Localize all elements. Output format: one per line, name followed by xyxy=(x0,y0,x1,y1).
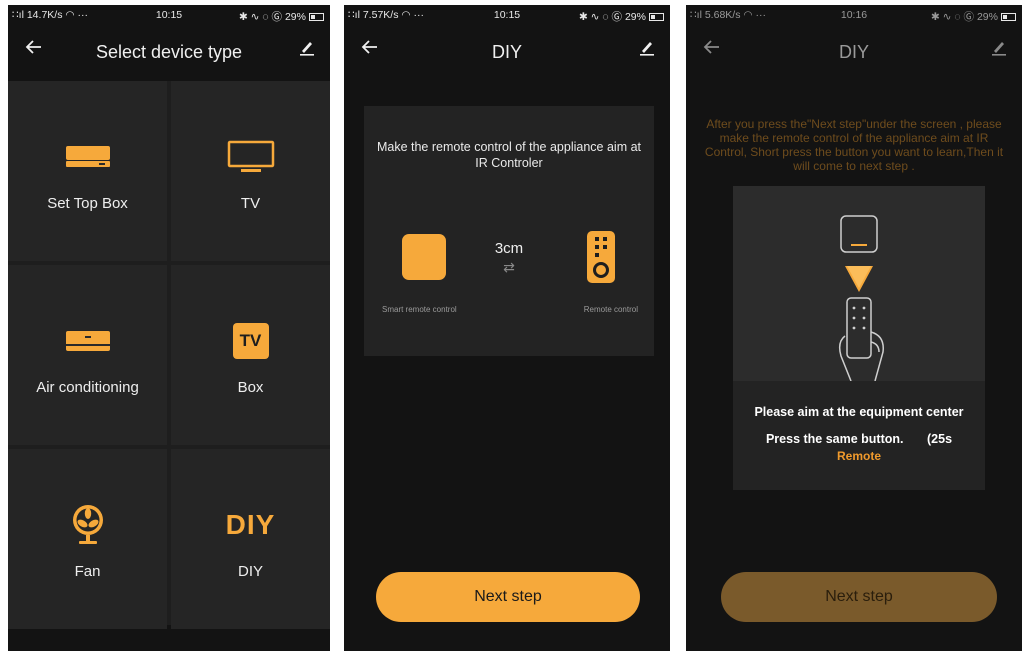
device-label: DIY xyxy=(237,563,263,580)
page-title: DIY xyxy=(838,42,869,62)
battery-icon xyxy=(309,12,324,21)
diy-icon: DIY xyxy=(225,509,276,540)
device-air-conditioning[interactable]: Air conditioning xyxy=(8,265,167,445)
edit-pencil-icon[interactable] xyxy=(990,38,1008,56)
learning-card: Please aim at the equipment center Press… xyxy=(733,186,985,490)
hand-remote-aim-icon xyxy=(838,215,884,382)
set-top-box-icon xyxy=(65,146,110,167)
next-step-button[interactable]: Next step xyxy=(721,572,997,622)
aim-instruction: Please aim at the equipment center xyxy=(754,405,964,419)
status-bar: ∷ıl 5.68K/s ◠ ··· 10:16 ✱ ∿ ◌ Ⓖ 29% xyxy=(686,5,1022,25)
device-set-top-box[interactable]: Set Top Box xyxy=(8,81,167,261)
battery-icon xyxy=(1001,12,1016,21)
status-right: ✱ ∿ ◌ Ⓖ 29% xyxy=(239,9,324,24)
instruction-card: Make the remote control of the appliance… xyxy=(364,106,654,356)
device-fan[interactable]: Fan xyxy=(8,449,167,629)
status-bar: ∷ıl 14.7K/s ◠ ··· 10:15 ✱ ∿ ◌ Ⓖ 29% xyxy=(8,5,330,25)
remote-label: Remote xyxy=(836,449,881,463)
status-battery-text: ✱ ∿ ◌ Ⓖ 29% xyxy=(238,11,306,23)
press-same-button-text: Press the same button. xyxy=(765,432,904,446)
device-label: TV xyxy=(240,195,261,212)
status-bar: ∷ıl 7.57K/s ◠ ··· 10:15 ✱ ∿ ◌ Ⓖ 29% xyxy=(344,5,670,25)
aim-illustration xyxy=(733,186,985,382)
device-diy[interactable]: DIY DIY xyxy=(171,449,330,629)
device-label: Fan xyxy=(74,563,101,580)
tv-box-icon-text: TV xyxy=(239,331,262,350)
top-bar: Select device type xyxy=(8,33,330,69)
instruction-text: Make the remote control of the appliance… xyxy=(376,140,642,170)
device-label: Air conditioning xyxy=(36,379,139,396)
status-battery-text: ✱ ∿ ◌ Ⓖ 29% xyxy=(930,11,998,23)
next-step-button[interactable]: Next step xyxy=(376,572,640,622)
battery-icon xyxy=(649,12,664,21)
screen-diy-learning: ∷ıl 5.68K/s ◠ ··· 10:16 ✱ ∿ ◌ Ⓖ 29% DIY … xyxy=(686,5,1022,651)
tv-icon xyxy=(227,140,274,172)
device-tv[interactable]: TV xyxy=(171,81,330,261)
device-box[interactable]: TV Box xyxy=(171,265,330,445)
countdown-timer: (25s xyxy=(927,432,953,446)
screen-diy-setup: ∷ıl 7.57K/s ◠ ··· 10:15 ✱ ∿ ◌ Ⓖ 29% DIY … xyxy=(344,5,670,651)
status-right: ✱ ∿ ◌ Ⓖ 29% xyxy=(579,9,664,24)
remote-control-icon xyxy=(587,231,615,283)
smart-remote-caption: Smart remote control xyxy=(382,305,457,314)
air-conditioner-icon xyxy=(65,331,110,351)
page-title: DIY xyxy=(491,42,522,62)
device-label: Set Top Box xyxy=(47,195,128,212)
press-instruction: Press the same button. (25s xyxy=(733,432,985,446)
edit-pencil-icon[interactable] xyxy=(638,38,656,56)
instruction-text: After you press the"Next step"under the … xyxy=(704,117,1004,173)
status-battery-text: ✱ ∿ ◌ Ⓖ 29% xyxy=(578,11,646,23)
device-grid: Set Top Box TV Air conditioning TV Box F… xyxy=(8,81,330,629)
device-label: Box xyxy=(237,379,264,396)
screen-select-device-type: ∷ıl 14.7K/s ◠ ··· 10:15 ✱ ∿ ◌ Ⓖ 29% Sele… xyxy=(8,5,330,651)
top-bar: DIY xyxy=(344,33,670,69)
remote-caption: Remote control xyxy=(583,305,638,314)
tv-box-icon: TV xyxy=(232,323,269,359)
edit-pencil-icon[interactable] xyxy=(298,38,316,56)
status-right: ✱ ∿ ◌ Ⓖ 29% xyxy=(931,9,1016,24)
top-bar: DIY xyxy=(686,33,1022,69)
fan-icon xyxy=(72,505,103,544)
page-title: Select device type xyxy=(95,42,243,62)
